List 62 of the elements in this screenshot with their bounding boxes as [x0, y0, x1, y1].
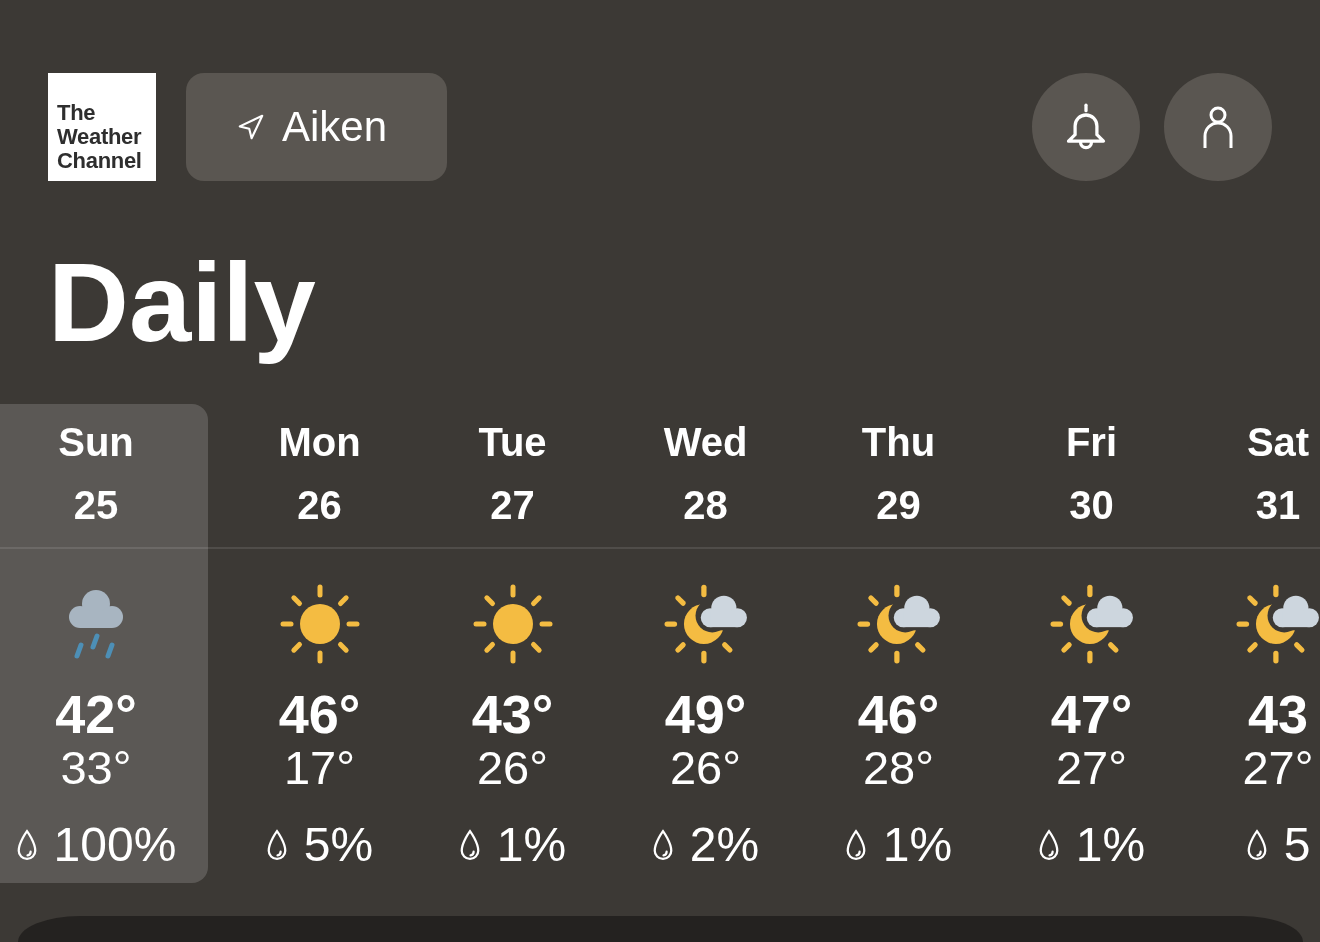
day-name: Sat — [1246, 419, 1310, 466]
day-column[interactable]: Sun 25 42° 33° 100% — [0, 404, 208, 883]
day-column[interactable]: Sat 31 43 27° 5 — [1188, 404, 1320, 883]
raindrop-icon — [15, 829, 38, 861]
day-name: Sun — [58, 419, 134, 466]
low-temp: 27° — [1055, 742, 1128, 794]
day-date: 31 — [1255, 482, 1301, 529]
bell-icon — [1066, 103, 1106, 151]
day-name: Fri — [1065, 419, 1118, 466]
high-temp: 43 — [1247, 686, 1309, 742]
low-temp: 17° — [283, 742, 356, 794]
day-name: Mon — [278, 419, 361, 466]
sun-icon — [279, 584, 360, 664]
sun-icon — [472, 584, 553, 664]
page-title: Daily — [48, 239, 317, 367]
high-temp: 47° — [1050, 686, 1133, 742]
low-temp: 27° — [1242, 742, 1314, 794]
person-icon — [1203, 106, 1233, 148]
low-temp: 26° — [669, 742, 742, 794]
day-column[interactable]: Fri 30 47° 27° 1% — [995, 404, 1188, 883]
raindrop-icon — [844, 829, 867, 861]
day-name: Tue — [478, 419, 547, 466]
low-temp: 28° — [862, 742, 935, 794]
sun-crescent-cloud-icon — [1236, 584, 1320, 664]
day-date: 28 — [683, 482, 728, 529]
day-name: Thu — [861, 419, 936, 466]
high-temp: 49° — [664, 686, 747, 742]
precip-chance: 1% — [496, 817, 567, 873]
precip-chance: 1% — [882, 817, 953, 873]
day-name: Wed — [663, 419, 748, 466]
day-date: 26 — [297, 482, 342, 529]
raindrop-icon — [458, 829, 481, 861]
precip-chance: 5% — [303, 817, 374, 873]
precip-chance: 1% — [1075, 817, 1146, 873]
precip-chance: 2% — [689, 817, 760, 873]
day-column[interactable]: Thu 29 46° 28° 1% — [802, 404, 995, 883]
location-button[interactable]: Aiken — [186, 73, 448, 181]
high-temp: 42° — [55, 686, 137, 742]
raindrop-icon — [265, 829, 288, 861]
raindrop-icon — [1037, 829, 1060, 861]
raindrop-icon — [651, 829, 674, 861]
day-column[interactable]: Wed 28 49° 26° 2% — [609, 404, 802, 883]
precip-chance: 100% — [53, 817, 177, 873]
sun-crescent-cloud-icon — [663, 584, 748, 664]
rain-cloud-icon — [68, 588, 124, 660]
precip-chance: 5 — [1283, 817, 1311, 873]
low-temp: 26° — [476, 742, 549, 794]
day-date: 30 — [1069, 482, 1114, 529]
day-date: 29 — [876, 482, 921, 529]
high-temp: 46° — [857, 686, 940, 742]
day-date: 25 — [73, 482, 119, 529]
raindrop-icon — [1245, 829, 1268, 861]
sun-crescent-cloud-icon — [1049, 584, 1134, 664]
day-column[interactable]: Mon 26 46° 17° 5% — [223, 404, 416, 883]
day-date: 27 — [490, 482, 535, 529]
high-temp: 46° — [278, 686, 361, 742]
day-column[interactable]: Tue 27 43° 26° 1% — [416, 404, 609, 883]
high-temp: 43° — [471, 686, 554, 742]
navigation-arrow-icon — [238, 114, 264, 140]
brand-logo: The Weather Channel — [48, 73, 156, 181]
low-temp: 33° — [60, 742, 132, 794]
sun-crescent-cloud-icon — [856, 584, 941, 664]
